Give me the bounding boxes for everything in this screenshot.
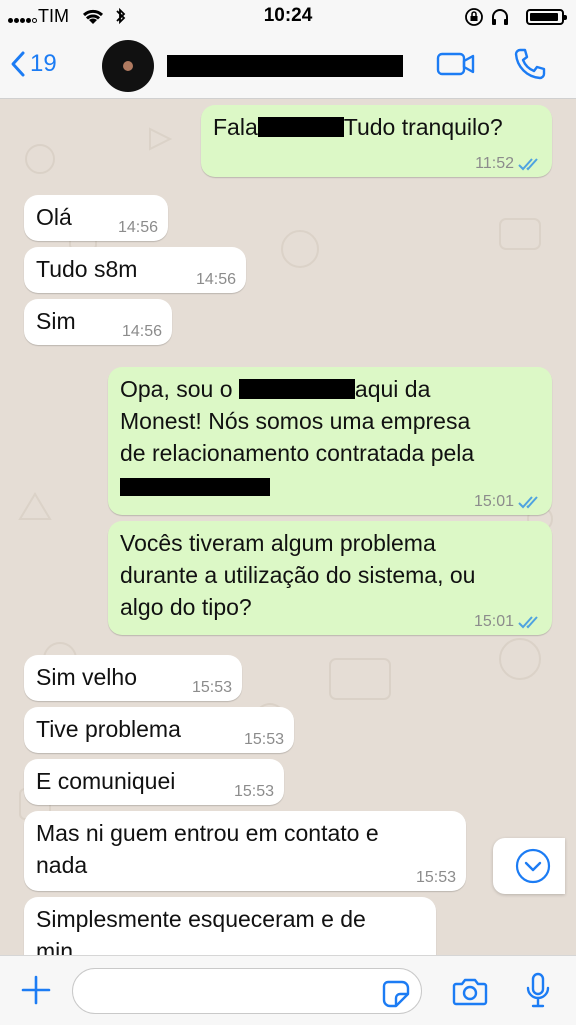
camera-icon[interactable] xyxy=(452,976,488,1006)
message-text: Vocês tiveram algum problema xyxy=(120,530,436,556)
message-bubble-incoming[interactable]: Tive problema 15:53 xyxy=(24,707,294,753)
redacted-name xyxy=(238,378,355,399)
message-text: E comuniquei xyxy=(36,768,176,794)
message-time: 15:53 xyxy=(243,731,284,748)
message-text: Mas ni guem entrou em contato e xyxy=(36,820,379,846)
message-time: 15:01 xyxy=(473,493,514,510)
phone-icon[interactable] xyxy=(512,46,548,82)
chevron-down-icon xyxy=(515,848,551,884)
message-bubble-outgoing[interactable]: Vocês tiveram algum problema durante a u… xyxy=(108,521,552,635)
message-text: min xyxy=(36,938,74,955)
message-text: Monest! Nós somos uma empresa xyxy=(120,408,471,434)
message-text: de relacionamento contratada pela xyxy=(120,440,475,466)
back-chevron-icon xyxy=(11,51,25,77)
plus-icon[interactable] xyxy=(20,974,52,1006)
avatar[interactable] xyxy=(102,40,154,92)
message-text: Tive problema xyxy=(36,716,181,742)
video-call-icon[interactable] xyxy=(436,50,476,78)
message-text: Olá xyxy=(36,204,72,230)
rotation-lock-icon xyxy=(465,8,483,26)
back-button[interactable]: 19 xyxy=(10,50,57,78)
message-bubble-incoming[interactable]: Sim 14:56 xyxy=(24,299,172,345)
read-ticks-icon xyxy=(518,158,538,171)
contact-name-redacted[interactable] xyxy=(167,55,403,77)
unread-count: 19 xyxy=(30,50,57,77)
message-time: 15:53 xyxy=(415,869,456,886)
chat-area: Fala Tudo tranquilo? 11:52 Olá 14:56 Tudo… xyxy=(0,99,576,955)
message-input-bar xyxy=(0,955,576,1025)
status-bar: TIM 10:24 xyxy=(0,0,576,34)
message-bubble-incoming[interactable]: Mas ni guem entrou em contato e nada 15:… xyxy=(24,811,466,891)
message-bubble-incoming[interactable]: Sim velho 15:53 xyxy=(24,655,242,701)
message-input[interactable] xyxy=(72,968,422,1014)
message-text: Sim velho xyxy=(36,664,137,690)
message-time: 15:01 xyxy=(473,613,514,630)
message-time: 15:53 xyxy=(191,679,232,696)
message-bubble-incoming[interactable]: Tudo s8m 14:56 xyxy=(24,247,246,293)
scroll-to-bottom-button[interactable] xyxy=(493,838,565,894)
redacted-name xyxy=(257,116,344,137)
message-text: aqui da xyxy=(354,376,431,402)
message-time: 14:56 xyxy=(117,219,158,236)
message-text: Tudo tranquilo? xyxy=(343,114,503,140)
message-bubble-outgoing[interactable]: Opa, sou o aqui da Monest! Nós somos uma… xyxy=(108,367,552,515)
sticker-icon[interactable] xyxy=(382,980,410,1008)
message-bubble-incoming[interactable]: Olá 14:56 xyxy=(24,195,168,241)
message-time: 14:56 xyxy=(195,271,236,288)
message-text: Sim xyxy=(36,308,76,334)
message-text: Tudo s8m xyxy=(36,256,138,282)
message-bubble-outgoing[interactable]: Fala Tudo tranquilo? 11:52 xyxy=(201,105,552,177)
message-time: 15:53 xyxy=(233,783,274,800)
message-bubble-incoming[interactable]: Simplesmente esqueceram e de min xyxy=(24,897,436,955)
read-ticks-icon xyxy=(518,496,538,509)
message-time: 11:52 xyxy=(475,155,514,172)
message-text: Opa, sou o xyxy=(120,376,233,402)
read-ticks-icon xyxy=(518,616,538,629)
message-bubble-incoming[interactable]: E comuniquei 15:53 xyxy=(24,759,284,805)
headphones-icon xyxy=(492,9,508,25)
microphone-icon[interactable] xyxy=(524,972,552,1010)
message-text: Simplesmente esqueceram e de xyxy=(36,906,366,932)
chat-header: 19 xyxy=(0,34,576,99)
message-time: 14:56 xyxy=(121,323,162,340)
battery-icon xyxy=(526,9,567,25)
message-text: durante a utilização do sistema, ou xyxy=(120,562,476,588)
message-text: Fala xyxy=(213,114,258,140)
redacted-company xyxy=(120,477,270,496)
message-text: nada xyxy=(36,852,88,878)
